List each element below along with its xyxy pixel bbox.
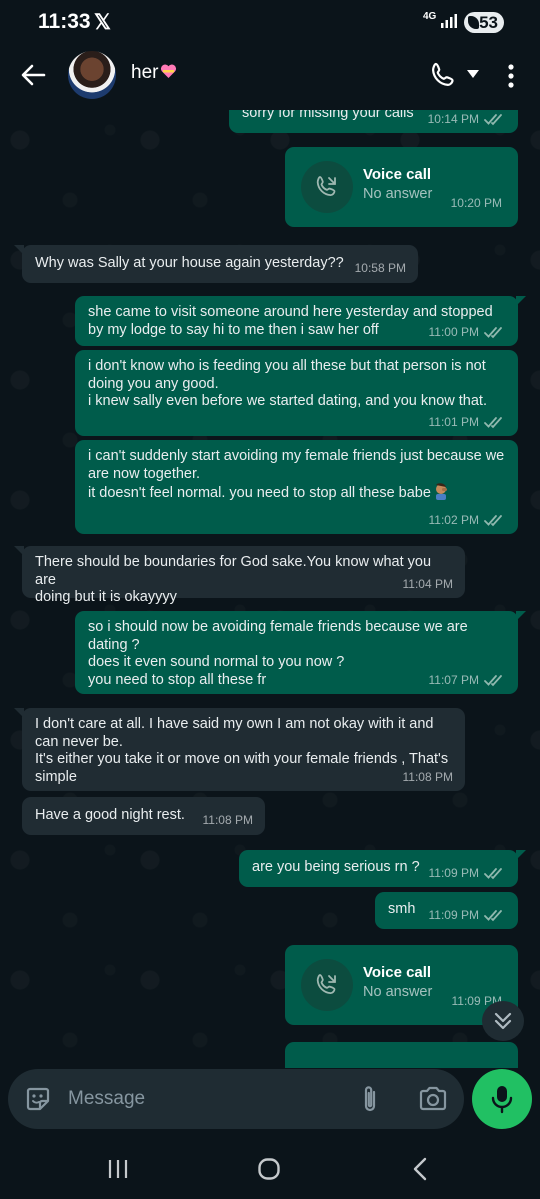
chat-header: her: [0, 46, 540, 110]
x-logo-icon: 𝕏: [94, 11, 111, 34]
message-outgoing[interactable]: smh 11:09 PM: [375, 892, 518, 929]
message-time: 11:02 PM: [428, 512, 479, 527]
heart-icon: [161, 64, 177, 78]
message-time: 11:09 PM: [428, 907, 479, 922]
voice-call-status: No answer: [363, 186, 433, 202]
message-text: Why was Sally at your house again yester…: [35, 255, 344, 271]
message-incoming[interactable]: There should be boundaries for God sake.…: [14, 546, 465, 605]
message-time: 10:20 PM: [450, 196, 502, 210]
battery-level: 53: [479, 13, 498, 32]
message-meta: 11:08 PM: [203, 812, 253, 830]
voice-call-icon[interactable]: [428, 60, 458, 90]
missed-call-badge: [301, 161, 353, 213]
message-meta: 11:09 PM: [429, 907, 506, 925]
message-time: 11:08 PM: [402, 769, 453, 784]
contact-name[interactable]: her: [131, 62, 177, 84]
message-input[interactable]: [68, 1081, 338, 1117]
message-time: 10:14 PM: [427, 111, 479, 126]
message-outgoing[interactable]: are you being serious rn ? 11:09 PM: [239, 850, 526, 887]
status-bar: 11:33 𝕏 4G 53: [0, 0, 540, 46]
message-meta: 10:14 PM: [428, 111, 506, 129]
facepalm-emoji-icon: [435, 483, 447, 500]
scroll-to-bottom-button[interactable]: [482, 1001, 524, 1041]
message-time: 11:09 PM: [428, 865, 479, 880]
message-composer: [8, 1069, 464, 1129]
camera-icon[interactable]: [418, 1085, 448, 1113]
message-incoming[interactable]: Why was Sally at your house again yester…: [14, 245, 418, 283]
message-meta: 11:00 PM: [429, 324, 506, 342]
read-ticks-icon: [484, 514, 502, 527]
message-outgoing[interactable]: she came to visit someone around here ye…: [75, 296, 526, 346]
message-meta: 11:01 PM: [429, 414, 506, 432]
message-outgoing[interactable]: i can't suddenly start avoiding my femal…: [75, 440, 518, 534]
message-text: I don't care at all. I have said my own …: [35, 716, 449, 785]
message-time: 11:07 PM: [428, 672, 479, 687]
more-vert-icon[interactable]: [504, 62, 518, 90]
message-meta: 10:58 PM: [355, 260, 406, 278]
missed-call-icon: [316, 974, 336, 994]
signal-icon: [441, 14, 457, 28]
mic-icon: [491, 1086, 513, 1114]
back-arrow-icon[interactable]: [18, 60, 48, 90]
message-meta: 11:08 PM: [403, 769, 453, 787]
message-text: i can't suddenly start avoiding my femal…: [88, 448, 506, 503]
missed-call-icon: [316, 176, 336, 196]
system-navigation-bar: [0, 1139, 540, 1199]
read-ticks-icon: [484, 674, 502, 687]
missed-call-badge: [301, 959, 353, 1011]
message-outgoing[interactable]: so i should now be avoiding female frien…: [75, 611, 526, 694]
contact-name-text: her: [131, 62, 159, 83]
message-time: 11:00 PM: [428, 324, 479, 339]
message-time: 10:58 PM: [354, 260, 406, 275]
read-ticks-icon: [484, 326, 502, 339]
read-ticks-icon: [484, 113, 502, 126]
read-ticks-icon: [484, 909, 502, 922]
partial-message[interactable]: [285, 1042, 518, 1068]
message-text: i don't know who is feeding you all thes…: [88, 358, 487, 409]
message-incoming[interactable]: I don't care at all. I have said my own …: [14, 708, 465, 791]
avatar[interactable]: [68, 51, 116, 99]
chat-area[interactable]: sorry for missing your calls 10:14 PM Vo…: [0, 110, 540, 1068]
mic-button[interactable]: [472, 1069, 532, 1129]
network-type: 4G: [423, 11, 437, 22]
message-text: There should be boundaries for God sake.…: [35, 554, 432, 605]
message-meta: 11:07 PM: [429, 672, 506, 690]
nav-back-icon[interactable]: [410, 1157, 430, 1181]
battery-indicator: 53: [464, 12, 504, 33]
missed-voice-call-message[interactable]: Voice call No answer 10:20 PM: [285, 147, 518, 227]
message-time: 11:04 PM: [402, 576, 453, 591]
dropdown-arrow-icon[interactable]: [466, 68, 480, 80]
recents-icon[interactable]: [106, 1158, 130, 1180]
read-ticks-icon: [484, 867, 502, 880]
voice-call-status: No answer: [363, 984, 433, 1000]
message-outgoing[interactable]: sorry for missing your calls 10:14 PM: [229, 110, 518, 133]
message-meta: 11:02 PM: [429, 512, 506, 530]
message-incoming[interactable]: Have a good night rest. 11:08 PM: [22, 797, 265, 835]
attach-icon[interactable]: [358, 1084, 382, 1114]
message-outgoing[interactable]: i don't know who is feeding you all thes…: [75, 350, 518, 436]
voice-call-title: Voice call: [363, 964, 432, 981]
battery-saver-icon: [468, 16, 479, 29]
emoji-sticker-icon[interactable]: [24, 1085, 52, 1113]
home-icon[interactable]: [257, 1157, 281, 1181]
double-chevron-down-icon: [494, 1012, 512, 1030]
message-meta: 11:04 PM: [403, 576, 453, 594]
status-time: 11:33: [38, 10, 91, 33]
voice-call-title: Voice call: [363, 166, 432, 183]
read-ticks-icon: [484, 416, 502, 429]
message-time: 11:08 PM: [202, 812, 253, 827]
message-time: 11:01 PM: [428, 414, 479, 429]
message-meta: 11:09 PM: [429, 865, 506, 883]
